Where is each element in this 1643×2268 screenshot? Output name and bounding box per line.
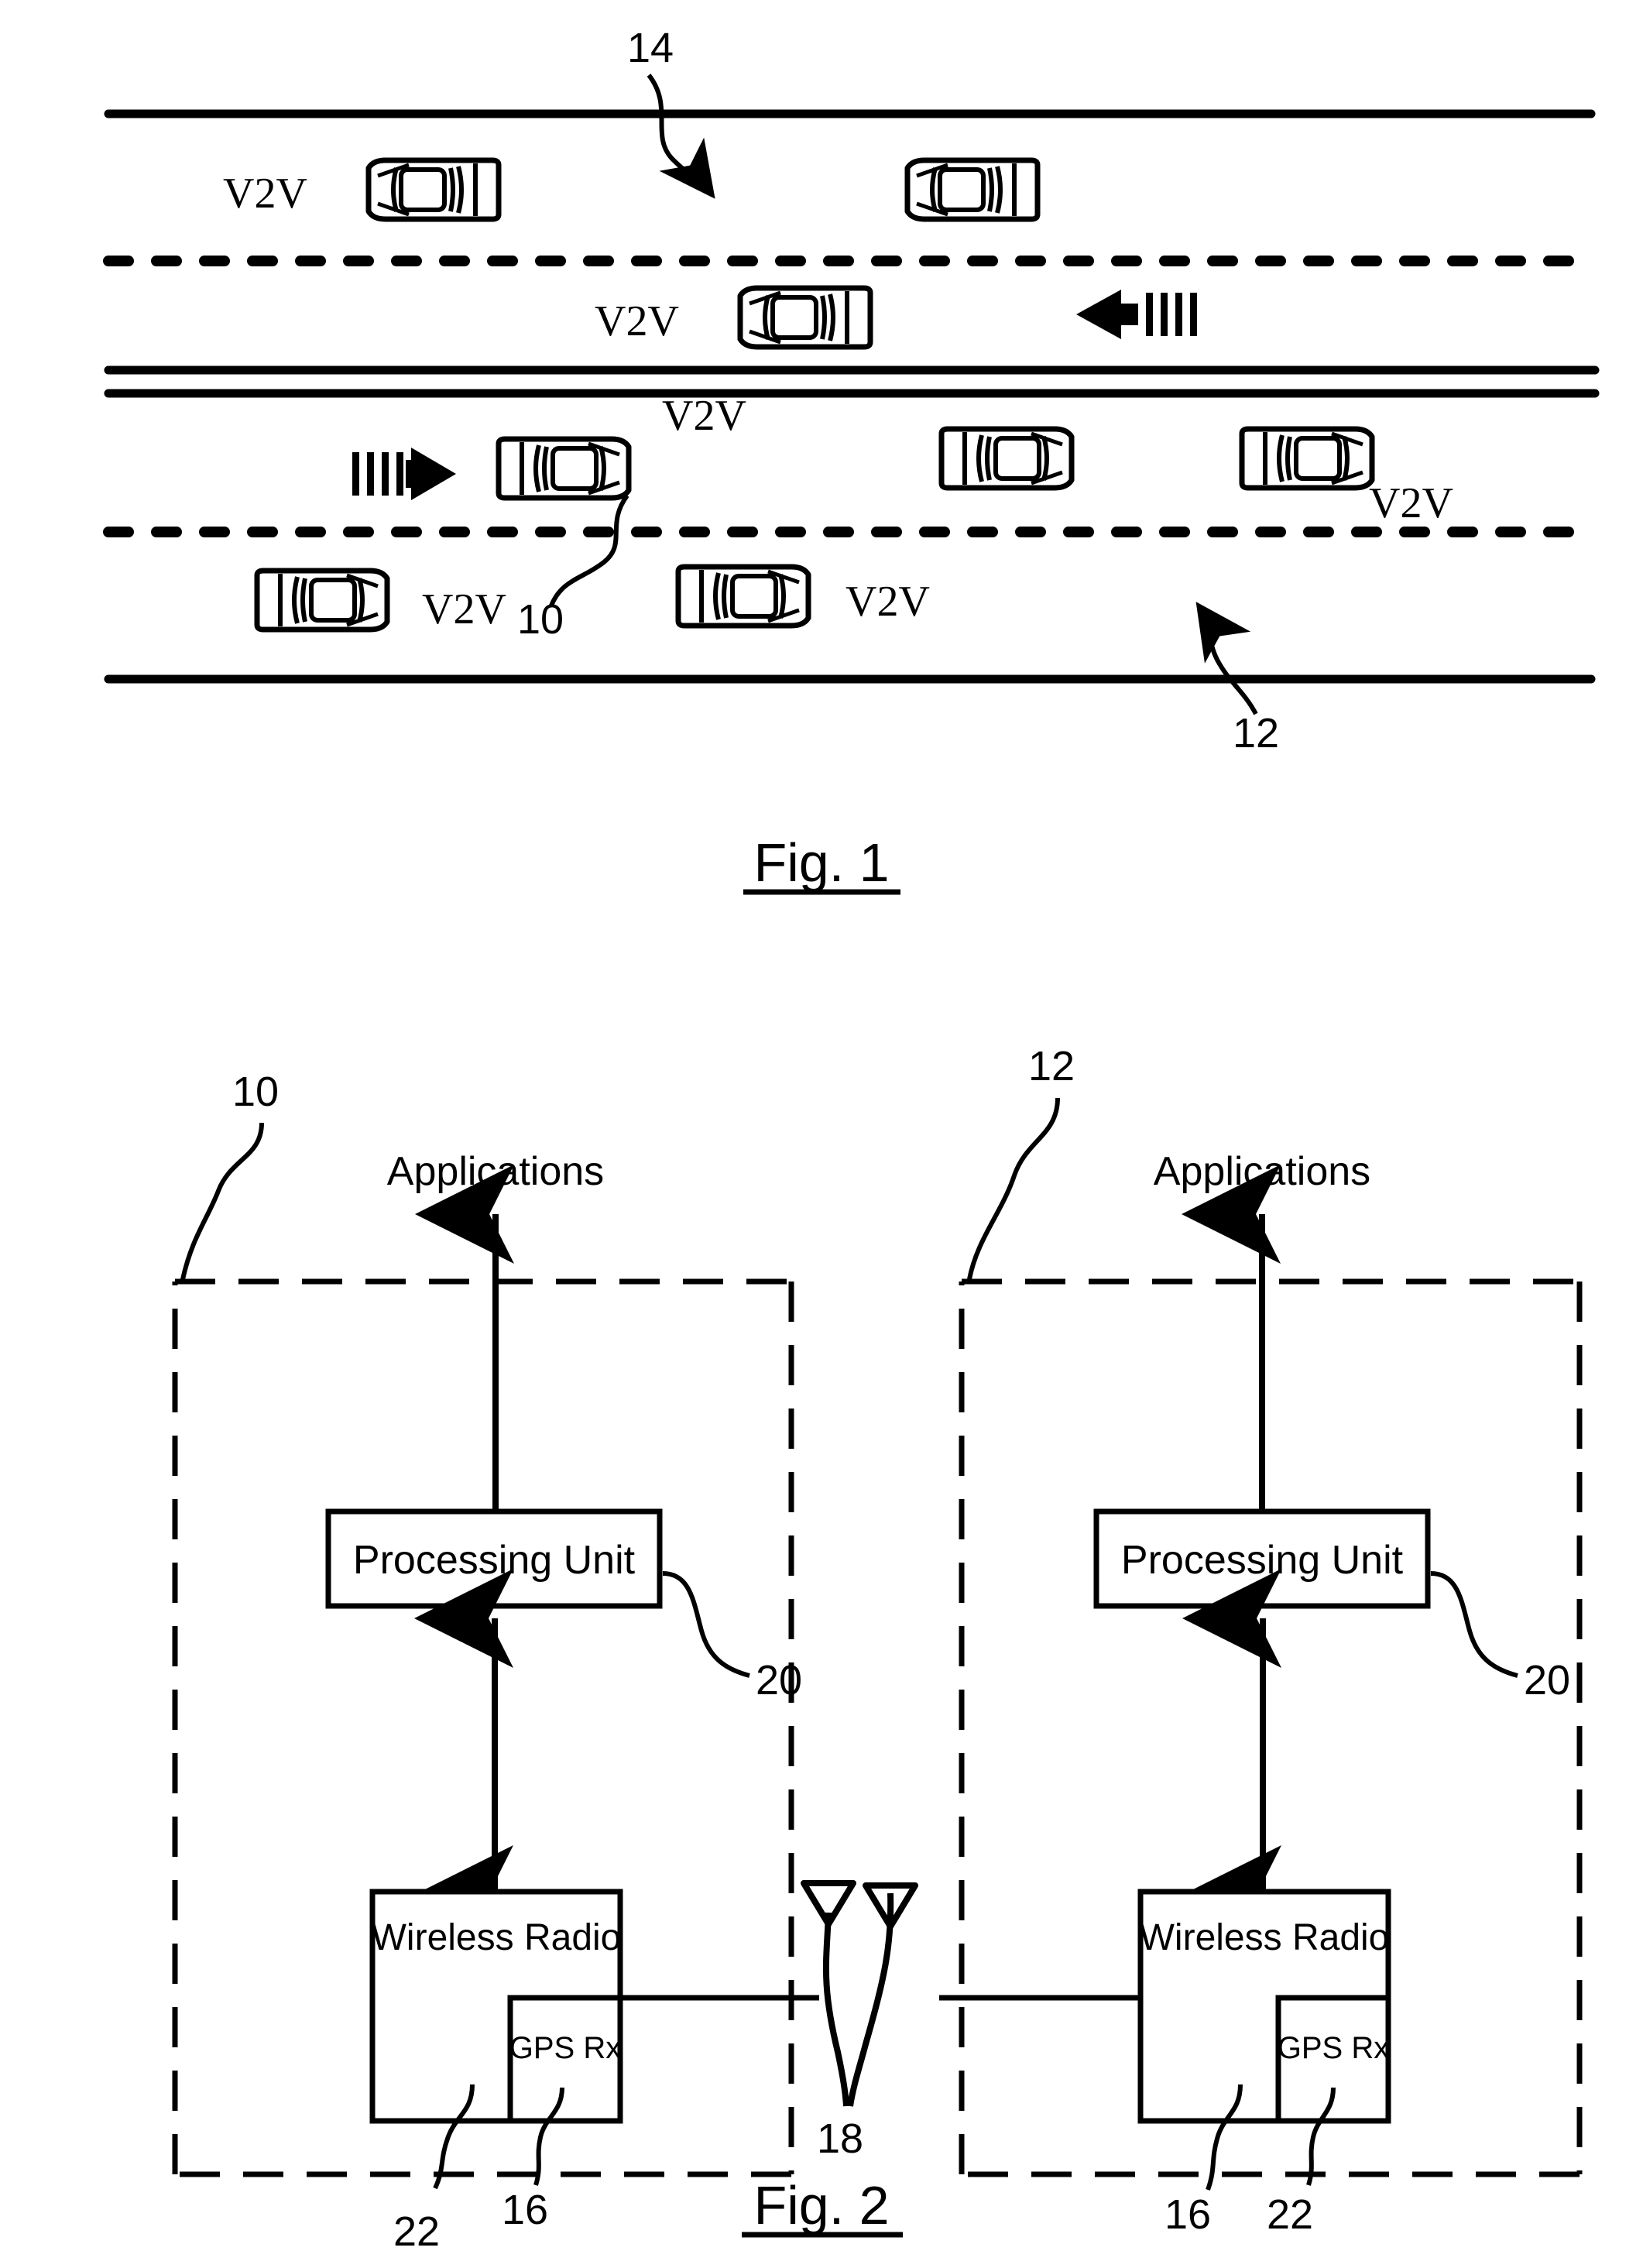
vehicle-lower-outer-1 <box>257 571 387 630</box>
reference-numeral-20-right: 20 <box>1524 1657 1570 1704</box>
reference-numeral-10-fig2: 10 <box>232 1069 279 1115</box>
antenna-icon-right <box>847 1882 918 2107</box>
vehicle-lower-inner-host <box>499 439 629 498</box>
reference-numeral-22-right: 22 <box>1267 2191 1313 2238</box>
vehicle-lower-outer-2 <box>678 567 808 626</box>
reference-callout-10: 10 <box>517 494 629 643</box>
processing-unit-label-left: Processing Unit <box>353 1538 636 1583</box>
leftward-traffic-arrow <box>1076 290 1197 339</box>
processing-unit-label-right: Processing Unit <box>1121 1538 1404 1583</box>
wireless-radio-label-right: Wireless Radio <box>1140 1917 1390 1958</box>
gps-rx-label-left: GPS Rx <box>509 2031 621 2065</box>
reference-numeral-20-left: 20 <box>756 1657 802 1704</box>
left-vehicle-unit: 10 Applications Processing Unit 20 Wirel… <box>172 1069 802 2255</box>
reference-numeral-18: 18 <box>817 2115 863 2162</box>
v2v-label-6: V2V <box>846 578 930 626</box>
vehicle-upper-outer-2 <box>907 160 1038 219</box>
vehicle-upper-outer-1 <box>369 160 499 219</box>
figure-2: 10 Applications Processing Unit 20 Wirel… <box>0 991 1643 2268</box>
figure-1-caption: Fig. 1 <box>743 832 900 895</box>
antenna-icon-left <box>801 1880 856 2107</box>
reference-numeral-12-fig2: 12 <box>1028 1043 1075 1089</box>
applications-label-left: Applications <box>387 1149 604 1194</box>
figure-1-caption-text: Fig. 1 <box>753 832 889 893</box>
wireless-radio-label-left: Wireless Radio <box>372 1917 622 1958</box>
vehicle-upper-inner-1 <box>740 288 870 347</box>
rightward-traffic-arrow <box>352 448 456 500</box>
right-vehicle-unit: 12 Applications Processing Unit 20 Wirel… <box>959 1043 1583 2238</box>
reference-numeral-16-left: 16 <box>502 2187 548 2233</box>
vehicle-lower-inner-2 <box>942 429 1072 488</box>
v2v-label-2: V2V <box>595 297 679 345</box>
applications-label-right: Applications <box>1154 1149 1370 1194</box>
reference-numeral-12: 12 <box>1233 710 1279 757</box>
figure-2-caption: Fig. 2 <box>742 2175 903 2238</box>
reference-numeral-22-left: 22 <box>393 2208 440 2255</box>
v2v-label-3: V2V <box>662 392 746 440</box>
reference-numeral-14: 14 <box>627 25 674 71</box>
figure-2-caption-text: Fig. 2 <box>753 2175 889 2235</box>
v2v-label-1: V2V <box>223 170 307 218</box>
vehicle-lower-inner-3 <box>1242 429 1372 488</box>
antenna-pair: 18 <box>620 1880 1140 2162</box>
reference-numeral-16-right: 16 <box>1165 2191 1211 2238</box>
reference-numeral-10: 10 <box>517 596 564 643</box>
gps-rx-label-right: GPS Rx <box>1278 2031 1389 2065</box>
v2v-label-4: V2V <box>1369 479 1453 527</box>
v2v-label-5: V2V <box>422 585 506 633</box>
